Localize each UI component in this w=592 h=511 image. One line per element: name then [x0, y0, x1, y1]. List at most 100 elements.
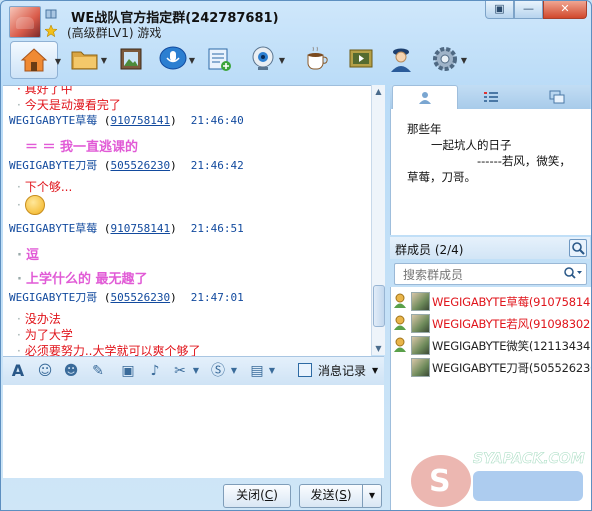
- group-announcement: 那些年 一起坑人的日子 ------若风，微笑， 草莓，刀哥。: [390, 109, 591, 235]
- message-content: 没办法: [24, 312, 61, 326]
- home-button[interactable]: ▼: [10, 41, 61, 79]
- voice-chat-button[interactable]: ▼: [155, 41, 195, 77]
- chevron-down-icon[interactable]: ▼: [189, 56, 195, 65]
- message-input[interactable]: [3, 385, 384, 478]
- member-search-button[interactable]: [569, 239, 587, 257]
- member-search-input[interactable]: [401, 266, 565, 284]
- admin-badge-icon: [394, 293, 406, 308]
- close-window-button[interactable]: ✕: [543, 1, 587, 19]
- coffee-icon: [307, 46, 328, 70]
- sender-id-link[interactable]: 505526230: [110, 159, 170, 172]
- message-bullet: ·: [17, 198, 21, 212]
- magic-face-icon[interactable]: ☻: [62, 362, 80, 380]
- group-app-icon: [208, 48, 231, 71]
- scrollbar-thumb[interactable]: [373, 285, 385, 327]
- chevron-down-icon[interactable]: ▼: [187, 362, 205, 380]
- search-icon: [564, 267, 582, 279]
- smiley-icon[interactable]: ☺: [36, 362, 54, 380]
- history-icon: [298, 363, 312, 377]
- font-icon[interactable]: A: [9, 362, 27, 380]
- bottom-bar: 关闭(C) 发送(S) ▾: [1, 479, 386, 510]
- close-button-key: C: [264, 488, 274, 502]
- window-icon: [549, 90, 565, 104]
- star-icon: [45, 25, 57, 37]
- camera-icon: [252, 46, 274, 70]
- member-name: WEGIGABYTE刀哥(505526230): [432, 361, 592, 375]
- sender-name: WEGIGABYTE草莓: [9, 114, 98, 127]
- message-time: 21:47:01: [190, 291, 244, 304]
- member-row[interactable]: WEGIGABYTE若风(910983027): [391, 313, 591, 333]
- chevron-down-icon[interactable]: ▼: [101, 56, 107, 65]
- window-menu-button[interactable]: ▣: [485, 1, 514, 19]
- svg-text:SYAPACK.COM: SYAPACK.COM: [473, 451, 585, 467]
- settings-icon: [433, 47, 457, 71]
- message-header: WEGIGABYTE刀哥 (505526230) 21:46:42: [9, 159, 244, 172]
- voice-chat-icon: [159, 46, 187, 70]
- svg-text:S: S: [429, 464, 451, 499]
- member-row[interactable]: WEGIGABYTE刀哥(505526230): [391, 357, 591, 377]
- message-history-label: 消息记录: [318, 363, 367, 378]
- tab-files[interactable]: [524, 85, 590, 109]
- album-icon: [120, 48, 142, 70]
- message-header: WEGIGABYTE刀哥 (505526230) 21:47:01: [9, 291, 244, 304]
- chevron-down-icon[interactable]: ▼: [225, 362, 243, 380]
- scroll-up-icon[interactable]: ▲: [372, 85, 385, 98]
- member-search-box: [394, 263, 587, 285]
- coffee-button[interactable]: [299, 41, 335, 77]
- chat-scrollbar[interactable]: ▲ ▼: [371, 85, 385, 355]
- chevron-down-icon[interactable]: ▼: [55, 57, 61, 66]
- send-options-button[interactable]: ▾: [362, 484, 382, 508]
- chevron-down-icon[interactable]: ▼: [279, 56, 285, 65]
- format-toolbar: A ☺ ☻ ✎ ▣ ♪ ✂ ▼ Ⓢ ▼ ▤ ▼ 消息记录 ▼: [3, 356, 384, 386]
- tab-announcement[interactable]: [392, 85, 458, 109]
- camera-button[interactable]: ▼: [245, 41, 285, 77]
- message-header: WEGIGABYTE草莓 (910758141) 21:46:51: [9, 222, 244, 235]
- chat-history[interactable]: · 真好了中 · 今天是动漫看完了 WEGIGABYTE草莓 (910758141) 2…: [3, 85, 371, 356]
- minimize-button[interactable]: —: [514, 1, 543, 19]
- edit-icon[interactable]: ✎: [89, 362, 107, 380]
- message-time: 21:46:42: [190, 159, 244, 172]
- album-button[interactable]: [113, 41, 149, 77]
- member-row[interactable]: WEGIGABYTE草莓(910758141): [391, 291, 591, 311]
- member-name: WEGIGABYTE若风(910983027): [432, 317, 592, 331]
- scroll-down-icon[interactable]: ▼: [372, 342, 385, 355]
- window-controls: ▣ — ✕: [485, 1, 587, 19]
- settings-button[interactable]: ▼: [427, 41, 467, 77]
- message-text: · 必须要努力..大学就可以爽个够了: [17, 344, 201, 356]
- announcement-line: ------若风，微笑，: [477, 154, 571, 168]
- sender-id-link[interactable]: 910758141: [110, 114, 170, 127]
- search-dropdown-icon[interactable]: [563, 266, 583, 282]
- video-button[interactable]: [343, 41, 379, 77]
- send-button[interactable]: 发送(S): [299, 484, 363, 508]
- book-icon[interactable]: [45, 8, 57, 20]
- member-row[interactable]: WEGIGABYTE微笑(121134347): [391, 335, 591, 355]
- close-button[interactable]: 关闭(C): [223, 484, 291, 508]
- chevron-down-icon[interactable]: ▼: [263, 362, 281, 380]
- members-header: 群成员 (2/4): [390, 237, 590, 259]
- close-button-label: 关闭(: [236, 488, 265, 502]
- sender-id-link[interactable]: 910758141: [110, 222, 170, 235]
- group-app-button[interactable]: [201, 41, 237, 77]
- sender-name: WEGIGABYTE草莓: [9, 222, 98, 235]
- folder-button[interactable]: ▼: [67, 41, 107, 77]
- admin-button[interactable]: [383, 41, 419, 77]
- message-history-button[interactable]: 消息记录 ▼: [298, 360, 378, 380]
- avatar: [411, 358, 430, 377]
- message-content: ＝ ＝ 我一直逃课的: [25, 140, 139, 155]
- emoji-icon: [25, 195, 45, 215]
- tab-list[interactable]: [458, 85, 524, 109]
- image-icon[interactable]: ▣: [119, 362, 137, 380]
- send-button-label: 发送(: [310, 488, 340, 502]
- message-text: · 今天是动漫看完了: [17, 98, 121, 112]
- announcement-line: 一起坑人的日子: [431, 138, 512, 152]
- member-name: WEGIGABYTE微笑(121134347): [432, 339, 592, 353]
- message-header: WEGIGABYTE草莓 (910758141) 21:46:40: [9, 114, 244, 127]
- music-icon[interactable]: ♪: [146, 362, 164, 380]
- message-content: 今天是动漫看完了: [24, 98, 121, 112]
- chevron-down-icon[interactable]: ▼: [461, 56, 467, 65]
- sender-name: WEGIGABYTE刀哥: [9, 291, 98, 304]
- group-avatar[interactable]: [9, 6, 41, 38]
- message-text: · 逗: [17, 248, 39, 263]
- sender-id-link[interactable]: 505526230: [110, 291, 170, 304]
- avatar: [411, 314, 430, 333]
